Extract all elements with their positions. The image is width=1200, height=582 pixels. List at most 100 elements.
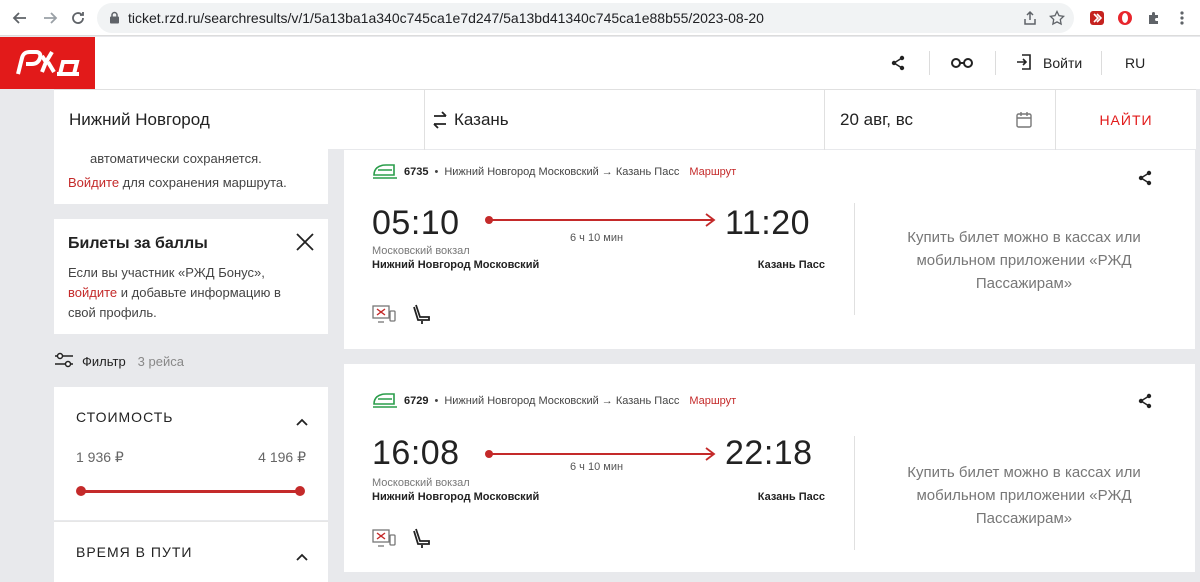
save-note: автоматически сохраняется. [90,151,262,166]
filter-icon [54,351,74,372]
arrival-time: 22:18 [725,434,813,472]
header-divider [1101,51,1102,75]
departure-station: Нижний Новгород Московский [372,259,540,271]
seat-icon [412,303,436,327]
share-icon[interactable] [886,51,910,75]
login-button[interactable]: Войти [1015,51,1082,75]
share-page-icon[interactable] [1020,9,1040,27]
url-text: ticket.rzd.ru/searchresults/v/1/5a13ba1a… [128,10,764,26]
calendar-icon[interactable] [1015,90,1033,150]
language-switcher[interactable]: RU [1125,55,1145,71]
card-divider [854,436,855,550]
train-header: 6729 • Нижний Новгород Московский → Каза… [372,390,736,412]
route-link[interactable]: Маршрут [689,395,736,407]
departure-time: 16:08 [372,434,460,472]
buy-info: Купить билет можно в кассах или мобильно… [907,229,1141,292]
filter-count: 3 рейса [137,353,184,369]
train-route: Нижний Новгород Московский → Казань Пасс [444,395,680,407]
bullet: • [434,395,439,407]
train-card: 6735 • Нижний Новгород Московский → Каза… [344,150,1195,349]
reload-icon[interactable] [66,6,90,30]
train-card: 6729 • Нижний Новгород Московский → Каза… [344,364,1195,572]
swap-icon[interactable] [432,90,448,150]
timeline [487,453,713,455]
train-icon [372,162,398,183]
star-icon[interactable] [1047,9,1067,27]
bonus-login-link[interactable]: войдите [68,285,117,300]
timeline [487,219,713,221]
no-electronic-registration-icon [372,303,396,327]
duration: 6 ч 10 мин [570,461,624,473]
train-header: 6735 • Нижний Новгород Московский → Каза… [372,161,736,183]
puzzle-icon[interactable] [1143,7,1165,29]
from-field[interactable]: Нижний Новгород [69,90,210,150]
search-divider [424,90,425,150]
route-link[interactable]: Маршрут [689,166,736,178]
rzd-logo[interactable] [0,37,95,89]
login-label: Войти [1043,55,1083,71]
filter-label: Фильтр [82,353,126,369]
header-divider [995,51,996,75]
arrival-station: Казань Пасс [757,259,825,271]
bonus-card: Билеты за баллы Если вы участник «РЖД Бо… [54,219,328,334]
departure-station-sub: Московский вокзал [372,245,470,257]
chevron-up-icon[interactable] [296,548,308,561]
duration: 6 ч 10 мин [570,232,624,244]
train-number: 6735 [404,166,429,178]
save-route-card: автоматически сохраняется. Войдите для с… [54,149,328,204]
cost-title: СТОИМОСТЬ [76,409,174,425]
arrival-station: Казань Пасс [757,491,825,503]
bonus-title: Билеты за баллы [68,235,208,252]
share-icon[interactable] [1137,170,1155,188]
rzd-logo-mark [15,50,80,76]
site-header: Войти RU [0,37,1200,89]
bonus-text: Если вы участник «РЖД Бонус», войдите и … [68,263,308,323]
departure-station-sub: Московский вокзал [372,477,470,489]
find-button[interactable]: НАЙТИ [1056,90,1196,150]
train-route: Нижний Новгород Московский → Казань Пасс [444,166,680,178]
arrow-right-icon [704,213,716,227]
save-route-text: Войдите для сохранения маршрута. [68,175,287,190]
forward-icon[interactable] [38,6,62,30]
price-slider-track[interactable] [80,490,302,493]
address-bar[interactable]: ticket.rzd.ru/searchresults/v/1/5a13ba1a… [97,3,1074,33]
no-electronic-registration-icon [372,527,396,551]
train-number: 6729 [404,395,429,407]
login-link[interactable]: Войдите [68,175,119,190]
arrow-right-icon [704,447,716,461]
travel-time-title: ВРЕМЯ В ПУТИ [76,544,193,560]
card-divider [854,203,855,315]
bullet: • [434,166,439,178]
menu-icon[interactable] [1171,7,1193,29]
price-slider-min-handle[interactable] [76,486,86,496]
travel-time-filter: ВРЕМЯ В ПУТИ [54,521,328,582]
opera-icon[interactable] [1114,7,1136,29]
glasses-icon[interactable] [950,51,974,75]
departure-station: Нижний Новгород Московский [372,491,540,503]
close-icon[interactable] [296,233,314,251]
arrival-time: 11:20 [725,204,811,242]
header-divider [929,51,930,75]
browser-toolbar: ticket.rzd.ru/searchresults/v/1/5a13ba1a… [0,0,1200,36]
buy-info: Купить билет можно в кассах или мобильно… [907,464,1141,527]
train-icon [372,391,398,412]
save-route-rest: для сохранения маршрута. [119,175,287,190]
to-field[interactable]: Казань [454,90,509,150]
search-bar: Нижний Новгород Казань 20 авг, вс НАЙТИ [54,89,1196,150]
cost-filter: СТОИМОСТЬ 1 936 ₽ 4 196 ₽ [54,387,328,520]
login-icon [1015,53,1033,74]
share-icon[interactable] [1137,393,1155,411]
price-max: 4 196 ₽ [258,449,306,465]
departure-time: 05:10 [372,204,460,242]
price-min: 1 936 ₽ [76,449,124,465]
search-divider [824,90,825,150]
extension-icon[interactable] [1086,7,1108,29]
back-icon[interactable] [8,6,32,30]
filter-toggle[interactable]: Фильтр 3 рейса [54,350,184,372]
lock-icon [109,11,120,29]
chevron-up-icon[interactable] [296,413,308,426]
price-slider-max-handle[interactable] [295,486,305,496]
bonus-text-1: Если вы участник «РЖД Бонус», [68,265,265,280]
date-field[interactable]: 20 авг, вс [840,90,913,150]
seat-icon [412,527,436,551]
